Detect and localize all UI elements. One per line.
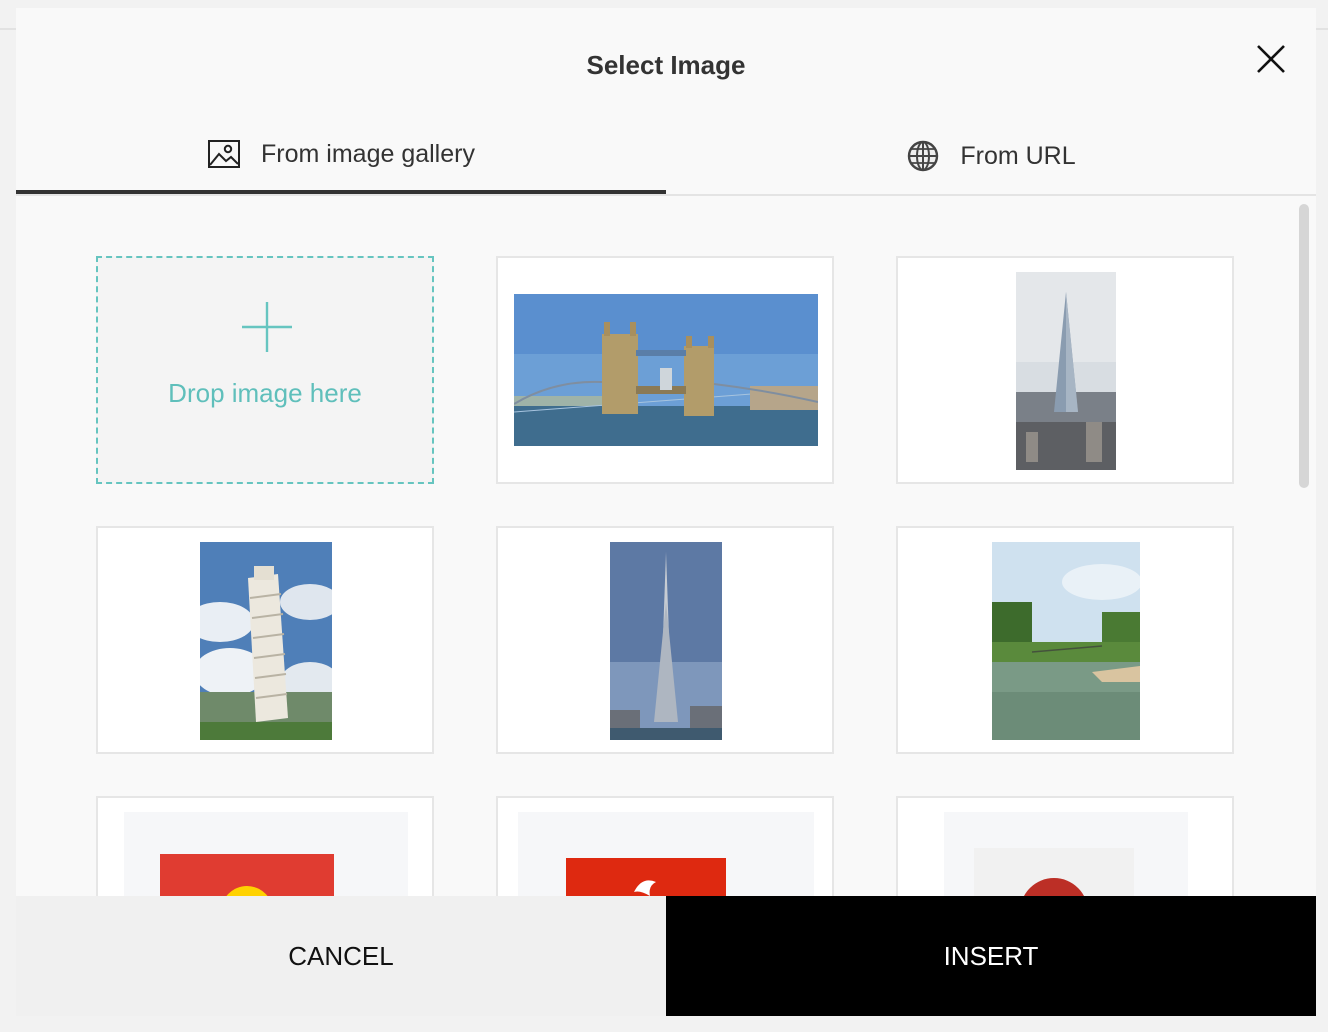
image-thumbnail: [992, 542, 1140, 740]
source-tabs: From image gallery From URL: [16, 118, 1316, 196]
image-icon: [207, 137, 241, 171]
drop-zone[interactable]: Drop image here: [96, 256, 434, 484]
cancel-button[interactable]: CANCEL: [16, 896, 666, 1016]
gallery-image-leaning-tower-of-pisa[interactable]: [96, 526, 434, 754]
image-thumbnail: [518, 812, 814, 896]
tab-from-image-gallery[interactable]: From image gallery: [16, 118, 666, 194]
image-gallery: Drop image here: [16, 196, 1316, 896]
tab-label-url: From URL: [960, 141, 1076, 170]
select-image-dialog: Select Image From image gallery From URL…: [16, 8, 1316, 1016]
tab-label-gallery: From image gallery: [261, 139, 475, 168]
insert-button[interactable]: INSERT: [666, 896, 1316, 1016]
gallery-image-river-landscape[interactable]: [896, 526, 1234, 754]
globe-icon: [906, 139, 940, 173]
plus-icon: [240, 300, 294, 354]
close-button[interactable]: [1252, 40, 1290, 78]
tab-from-url[interactable]: From URL: [666, 118, 1316, 194]
dialog-title: Select Image: [586, 50, 746, 80]
drop-zone-label: Drop image here: [168, 378, 362, 408]
image-thumbnail: [610, 542, 722, 740]
image-thumbnail: [1016, 272, 1116, 470]
image-thumbnail: [124, 812, 408, 896]
dialog-footer: CANCEL INSERT: [16, 896, 1316, 1016]
gallery-image-kyrgyzstan-flag[interactable]: [96, 796, 434, 896]
gallery-scrollbar-thumb[interactable]: [1299, 204, 1309, 488]
image-thumbnail: [514, 294, 818, 446]
dialog-header: Select Image: [16, 8, 1316, 118]
gallery-image-tower-bridge[interactable]: [496, 256, 834, 484]
image-thumbnail: [200, 542, 332, 740]
gallery-image-hong-kong-flag[interactable]: [496, 796, 834, 896]
gallery-image-the-shard[interactable]: [896, 256, 1234, 484]
gallery-image-burj-khalifa[interactable]: [496, 526, 834, 754]
image-thumbnail: [944, 812, 1188, 896]
gallery-image-japan-flag[interactable]: [896, 796, 1234, 896]
close-icon: [1257, 45, 1285, 73]
